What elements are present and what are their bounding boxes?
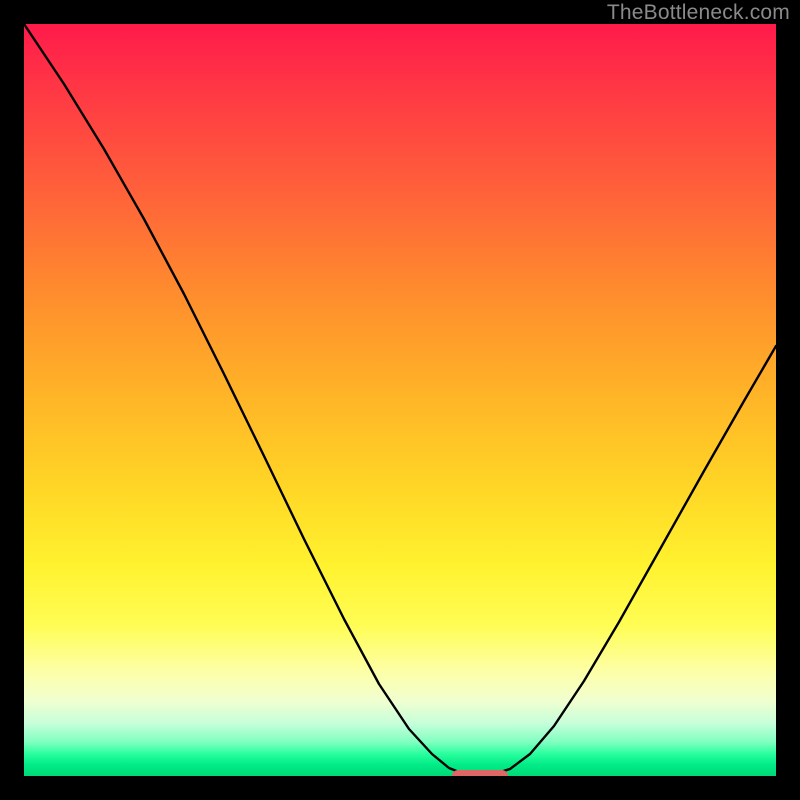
plot-area [24, 24, 776, 776]
optimum-marker [452, 770, 508, 776]
watermark-text: TheBottleneck.com [607, 1, 790, 25]
curve-line [24, 24, 776, 775]
chart-frame: TheBottleneck.com [0, 0, 800, 800]
bottleneck-curve [24, 24, 776, 776]
